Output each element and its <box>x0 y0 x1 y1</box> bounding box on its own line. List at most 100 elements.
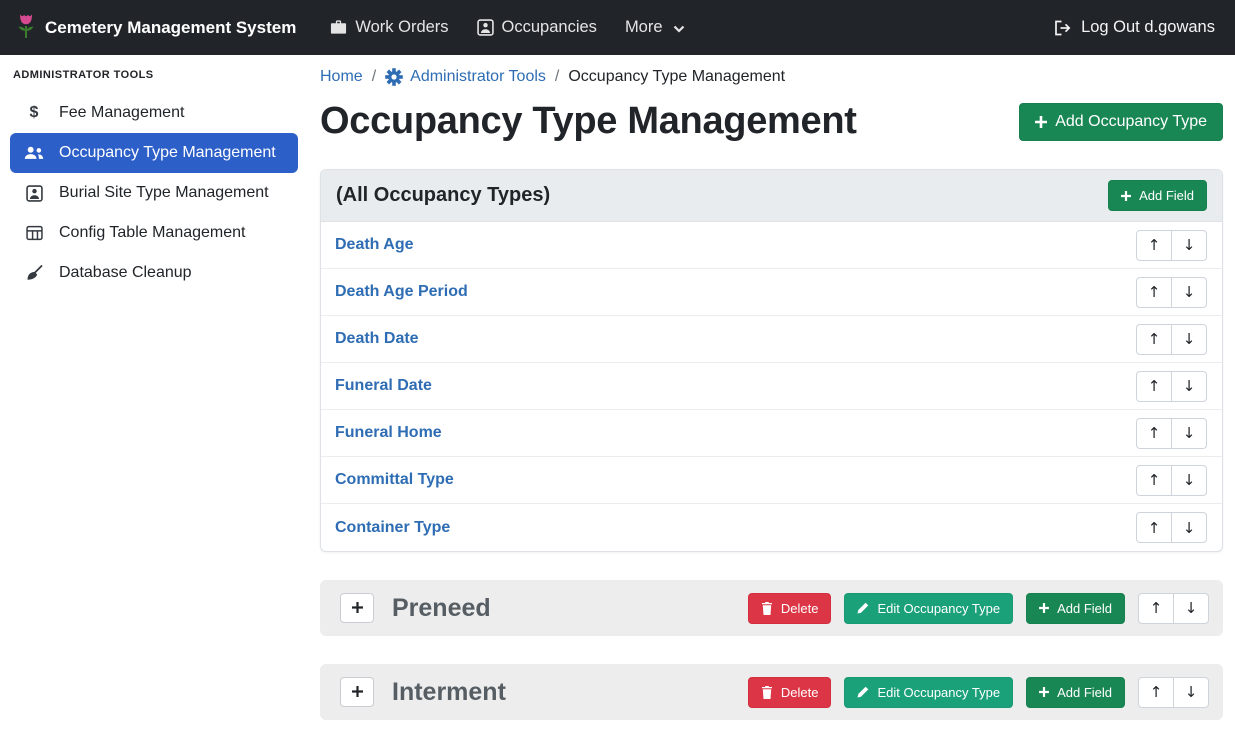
arrow-down-icon: ↓ <box>1185 683 1198 701</box>
reorder-buttons: ↑ ↓ <box>1138 593 1209 624</box>
arrow-down-icon: ↓ <box>1183 377 1196 395</box>
move-up-button[interactable]: ↑ <box>1138 677 1174 708</box>
breadcrumb: Home / Administrator Tools / Occupancy Type … <box>320 65 1223 86</box>
sidebar-item-label: Config Table Management <box>59 224 246 242</box>
move-down-button[interactable]: ↓ <box>1173 677 1209 708</box>
occupancy-type-section-preneed: Preneed Delete Edit Occupancy Type Add F… <box>320 580 1223 636</box>
sidebar: Administrator Tools $ Fee Management Occ… <box>0 55 308 293</box>
section-actions: Delete Edit Occupancy Type Add Field ↑ ↓ <box>748 593 1209 624</box>
field-link-committal-type[interactable]: Committal Type <box>335 471 454 489</box>
delete-button[interactable]: Delete <box>748 593 832 624</box>
all-occupancy-types-header: (All Occupancy Types) Add Field <box>321 170 1222 222</box>
move-up-button[interactable]: ↑ <box>1136 512 1172 543</box>
breadcrumb-occupancy-type-management: Occupancy Type Management <box>568 68 785 86</box>
add-field-button[interactable]: Add Field <box>1026 593 1125 624</box>
arrow-up-icon: ↑ <box>1148 330 1161 348</box>
reorder-buttons: ↑ ↓ <box>1136 465 1207 496</box>
move-down-button[interactable]: ↓ <box>1171 512 1207 543</box>
move-down-button[interactable]: ↓ <box>1171 277 1207 308</box>
add-field-button[interactable]: Add Field <box>1108 180 1207 211</box>
arrow-down-icon: ↓ <box>1183 519 1196 537</box>
reorder-buttons: ↑ ↓ <box>1138 677 1209 708</box>
move-up-button[interactable]: ↑ <box>1138 593 1174 624</box>
nav-item-more[interactable]: More <box>611 18 699 37</box>
move-up-button[interactable]: ↑ <box>1136 465 1172 496</box>
breadcrumb-label: Occupancy Type Management <box>568 68 785 86</box>
sidebar-item-occupancy-type-management[interactable]: Occupancy Type Management <box>10 133 298 173</box>
add-field-label: Add Field <box>1057 685 1112 700</box>
plus-icon <box>352 601 363 616</box>
top-navbar: Cemetery Management System Work Orders O… <box>0 0 1235 55</box>
section-title: Interment <box>392 678 506 707</box>
move-down-button[interactable]: ↓ <box>1171 324 1207 355</box>
occupancy-type-section-interment: Interment Delete Edit Occupancy Type Add… <box>320 664 1223 720</box>
breadcrumb-separator: / <box>372 68 376 86</box>
arrow-down-icon: ↓ <box>1185 599 1198 617</box>
nav-item-occupancies[interactable]: Occupancies <box>463 18 611 37</box>
move-up-button[interactable]: ↑ <box>1136 230 1172 261</box>
sidebar-item-database-cleanup[interactable]: Database Cleanup <box>10 253 298 293</box>
edit-occupancy-type-button[interactable]: Edit Occupancy Type <box>844 677 1013 708</box>
move-down-button[interactable]: ↓ <box>1171 418 1207 449</box>
expand-section-button[interactable] <box>340 677 374 707</box>
field-row: Funeral Date ↑ ↓ <box>321 363 1222 410</box>
move-up-button[interactable]: ↑ <box>1136 324 1172 355</box>
edit-label: Edit Occupancy Type <box>877 601 1000 616</box>
sidebar-item-burial-site-type-management[interactable]: Burial Site Type Management <box>10 173 298 213</box>
arrow-down-icon: ↓ <box>1183 424 1196 442</box>
field-link-funeral-home[interactable]: Funeral Home <box>335 424 442 442</box>
tulip-logo <box>16 12 36 44</box>
reorder-buttons: ↑ ↓ <box>1136 277 1207 308</box>
move-up-button[interactable]: ↑ <box>1136 371 1172 402</box>
add-field-button[interactable]: Add Field <box>1026 677 1125 708</box>
arrow-down-icon: ↓ <box>1183 283 1196 301</box>
reorder-buttons: ↑ ↓ <box>1136 418 1207 449</box>
gear-icon <box>385 68 403 86</box>
breadcrumb-administrator-tools[interactable]: Administrator Tools <box>385 68 546 86</box>
logout-button[interactable]: Log Out d.gowans <box>1054 18 1219 37</box>
breadcrumb-label: Home <box>320 68 363 86</box>
arrow-down-icon: ↓ <box>1183 330 1196 348</box>
logout-label: Log Out d.gowans <box>1081 18 1215 37</box>
field-link-death-age-period[interactable]: Death Age Period <box>335 283 468 301</box>
chevron-down-icon <box>673 25 685 33</box>
move-down-button[interactable]: ↓ <box>1173 593 1209 624</box>
move-down-button[interactable]: ↓ <box>1171 465 1207 496</box>
field-row: Death Age Period ↑ ↓ <box>321 269 1222 316</box>
app-title: Cemetery Management System <box>45 18 296 38</box>
field-row: Funeral Home ↑ ↓ <box>321 410 1222 457</box>
add-field-label: Add Field <box>1057 601 1112 616</box>
edit-occupancy-type-button[interactable]: Edit Occupancy Type <box>844 593 1013 624</box>
move-up-button[interactable]: ↑ <box>1136 277 1172 308</box>
expand-section-button[interactable] <box>340 593 374 623</box>
arrow-down-icon: ↓ <box>1183 471 1196 489</box>
portrait-icon <box>23 185 45 202</box>
field-link-death-date[interactable]: Death Date <box>335 330 419 348</box>
field-row: Committal Type ↑ ↓ <box>321 457 1222 504</box>
plus-icon <box>1039 687 1049 697</box>
dollar-icon: $ <box>23 104 45 122</box>
move-up-button[interactable]: ↑ <box>1136 418 1172 449</box>
move-down-button[interactable]: ↓ <box>1171 230 1207 261</box>
delete-button[interactable]: Delete <box>748 677 832 708</box>
trash-icon <box>761 686 773 699</box>
nav-item-label: Occupancies <box>502 18 597 37</box>
app-brand[interactable]: Cemetery Management System <box>16 12 296 44</box>
add-occupancy-type-button[interactable]: Add Occupancy Type <box>1019 103 1223 141</box>
nav-item-work-orders[interactable]: Work Orders <box>316 18 462 37</box>
sidebar-item-label: Database Cleanup <box>59 264 192 282</box>
sidebar-item-config-table-management[interactable]: Config Table Management <box>10 213 298 253</box>
breadcrumb-separator: / <box>555 68 559 86</box>
nav-item-label: More <box>625 18 663 37</box>
sidebar-item-fee-management[interactable]: $ Fee Management <box>10 93 298 133</box>
section-title: Preneed <box>392 594 491 623</box>
reorder-buttons: ↑ ↓ <box>1136 371 1207 402</box>
field-link-container-type[interactable]: Container Type <box>335 519 450 537</box>
field-link-death-age[interactable]: Death Age <box>335 236 414 254</box>
field-link-funeral-date[interactable]: Funeral Date <box>335 377 432 395</box>
work-orders-icon <box>330 20 347 35</box>
breadcrumb-home[interactable]: Home <box>320 68 363 86</box>
sidebar-items: $ Fee Management Occupancy Type Manageme… <box>10 93 298 293</box>
move-down-button[interactable]: ↓ <box>1171 371 1207 402</box>
plus-icon <box>1039 603 1049 613</box>
